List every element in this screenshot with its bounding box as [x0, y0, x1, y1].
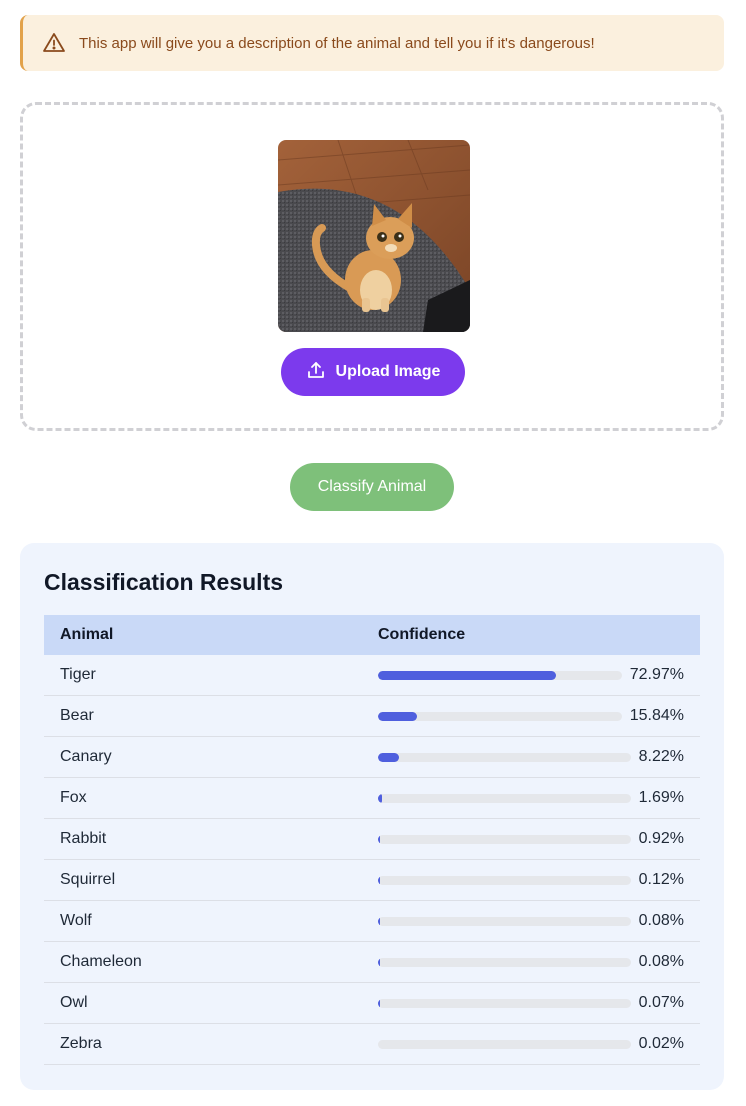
- animal-name: Chameleon: [60, 953, 142, 970]
- table-row: Owl 0.07%: [44, 983, 700, 1024]
- warning-triangle-icon: [41, 30, 67, 56]
- column-header-animal: Animal: [60, 626, 114, 643]
- confidence-bar: [378, 875, 631, 885]
- uploaded-image-preview: [278, 140, 470, 332]
- confidence-cell: 0.02%: [362, 1035, 700, 1053]
- confidence-value: 8.22%: [638, 748, 684, 765]
- confidence-bar-fill: [378, 957, 381, 967]
- upload-button-label: Upload Image: [335, 363, 441, 380]
- upload-icon: [306, 360, 326, 385]
- alert-message: This app will give you a description of …: [79, 34, 595, 52]
- table-row: Wolf 0.08%: [44, 901, 700, 942]
- table-row: Canary 8.22%: [44, 737, 700, 778]
- table-row: Fox 1.69%: [44, 778, 700, 819]
- table-header: Animal Confidence: [44, 615, 700, 655]
- image-dropzone[interactable]: Upload Image: [20, 102, 724, 431]
- confidence-bar-fill: [378, 998, 381, 1008]
- animal-name: Bear: [60, 707, 94, 724]
- animal-name: Wolf: [60, 912, 92, 929]
- confidence-value: 0.12%: [638, 871, 684, 888]
- column-header-confidence: Confidence: [378, 626, 466, 643]
- confidence-cell: 0.92%: [362, 830, 700, 848]
- results-panel: Classification Results Animal Confidence…: [20, 543, 724, 1090]
- confidence-bar: [378, 916, 631, 926]
- confidence-value: 72.97%: [629, 666, 684, 683]
- confidence-bar: [378, 670, 622, 680]
- animal-name: Tiger: [60, 666, 96, 683]
- confidence-bar: [378, 752, 631, 762]
- confidence-bar: [378, 793, 631, 803]
- confidence-bar-fill: [378, 670, 556, 680]
- confidence-cell: 15.84%: [362, 707, 700, 725]
- confidence-bar: [378, 957, 631, 967]
- confidence-bar-fill: [378, 711, 417, 721]
- confidence-value: 1.69%: [638, 789, 684, 806]
- confidence-cell: 0.08%: [362, 912, 700, 930]
- table-row: Tiger 72.97%: [44, 655, 700, 696]
- results-title: Classification Results: [44, 569, 284, 595]
- table-row: Rabbit 0.92%: [44, 819, 700, 860]
- table-row: Bear 15.84%: [44, 696, 700, 737]
- table-row: Squirrel 0.12%: [44, 860, 700, 901]
- confidence-bar: [378, 834, 631, 844]
- confidence-bar-fill: [378, 793, 383, 803]
- animal-name: Zebra: [60, 1035, 102, 1052]
- confidence-cell: 0.08%: [362, 953, 700, 971]
- info-alert: This app will give you a description of …: [20, 15, 724, 71]
- table-row: Zebra 0.02%: [44, 1024, 700, 1065]
- confidence-cell: 8.22%: [362, 748, 700, 766]
- upload-image-button[interactable]: Upload Image: [281, 348, 465, 396]
- confidence-bar-fill: [378, 916, 381, 926]
- confidence-bar: [378, 1039, 631, 1049]
- confidence-bar-fill: [378, 752, 399, 762]
- animal-name: Owl: [60, 994, 88, 1011]
- table-row: Chameleon 0.08%: [44, 942, 700, 983]
- results-table: Animal Confidence Tiger 72.97% Bear 15.84% C…: [44, 615, 700, 1065]
- confidence-cell: 0.12%: [362, 871, 700, 889]
- confidence-bar: [378, 998, 631, 1008]
- confidence-bar: [378, 711, 622, 721]
- confidence-value: 0.08%: [638, 953, 684, 970]
- confidence-cell: 72.97%: [362, 666, 700, 684]
- confidence-cell: 0.07%: [362, 994, 700, 1012]
- animal-name: Fox: [60, 789, 87, 806]
- confidence-value: 0.02%: [638, 1035, 684, 1052]
- confidence-value: 15.84%: [629, 707, 684, 724]
- classify-animal-button[interactable]: Classify Animal: [290, 463, 454, 511]
- animal-name: Canary: [60, 748, 112, 765]
- animal-name: Squirrel: [60, 871, 116, 888]
- confidence-cell: 1.69%: [362, 789, 700, 807]
- confidence-value: 0.92%: [638, 830, 684, 847]
- confidence-value: 0.08%: [638, 912, 684, 929]
- confidence-bar-fill: [378, 875, 381, 885]
- confidence-value: 0.07%: [638, 994, 684, 1011]
- animal-name: Rabbit: [60, 830, 107, 847]
- confidence-bar-fill: [378, 834, 381, 844]
